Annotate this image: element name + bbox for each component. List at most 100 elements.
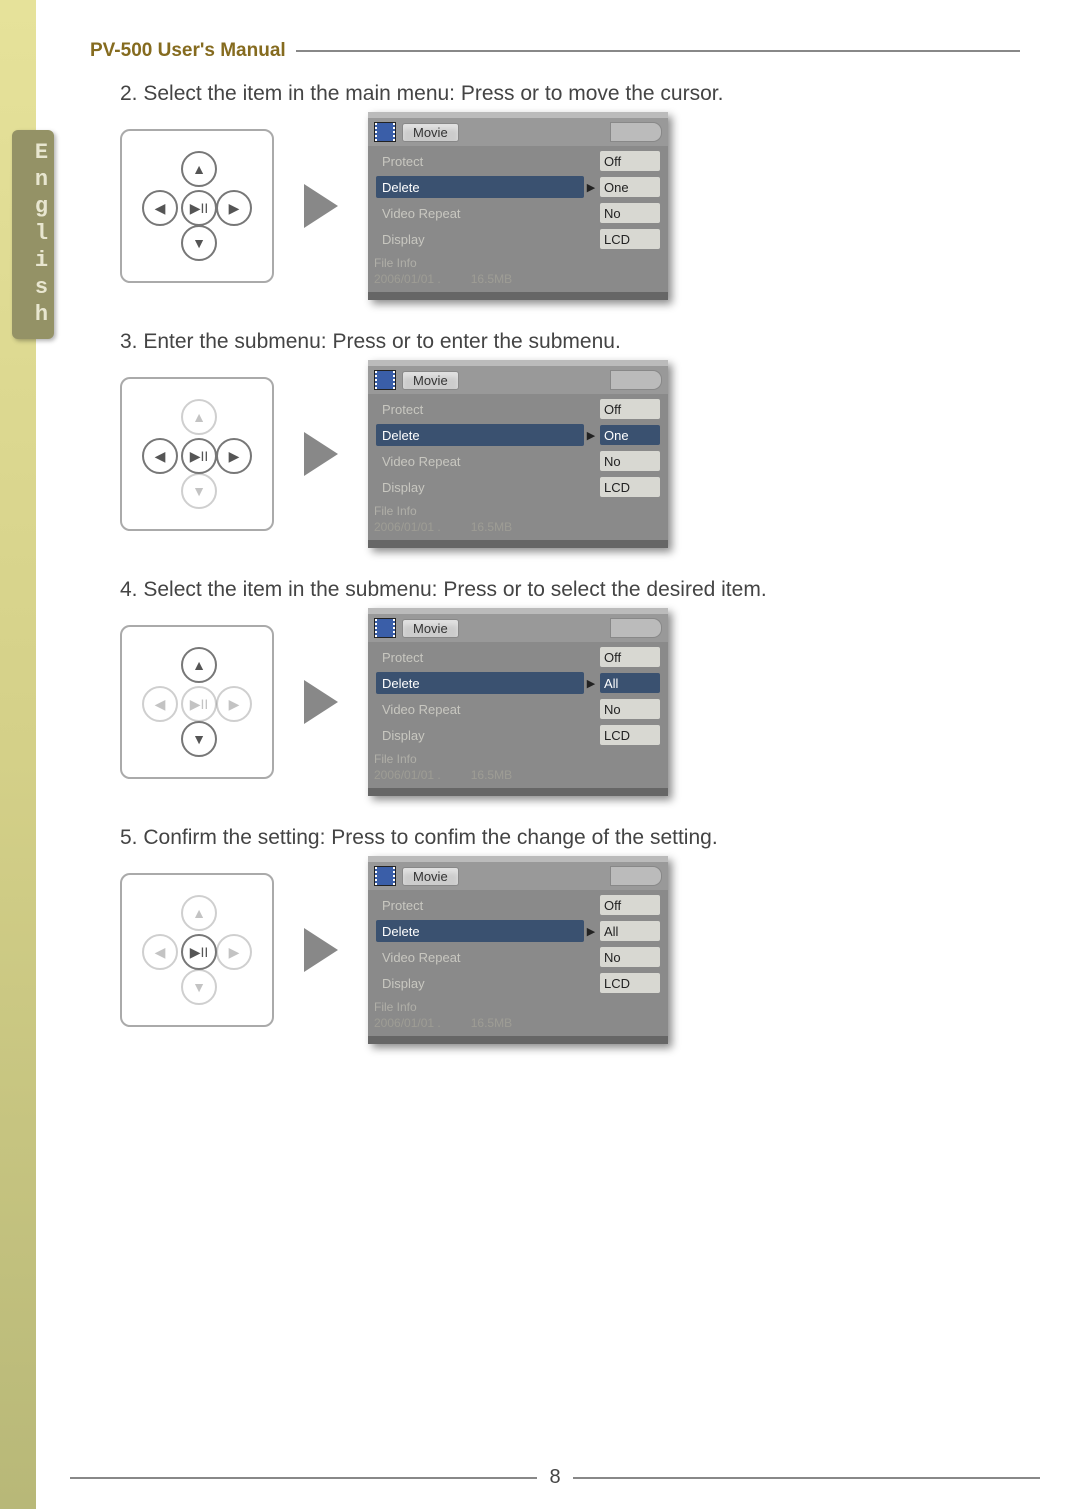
menu-protect: Protect [376,402,584,417]
dpad-diagram: ▲ ▼ ◀ ▶ ▶II [120,129,274,283]
menu-screen: Movie Protect Off Delete▶All Video Repeat… [368,608,668,796]
header-rule [296,50,1020,52]
menu-delete: Delete [376,920,584,942]
val-delete: All [600,921,660,941]
file-date: 2006/01/01 . [374,768,441,782]
dpad-left-icon: ◀ [142,190,178,226]
step-5-text: 5. Confirm the setting: Press to confim … [120,826,1020,850]
footer-rule [573,1477,1040,1479]
dpad-center-icon: ▶II [181,934,217,970]
file-size: 16.5MB [471,1016,512,1030]
dpad-left-icon: ◀ [142,686,178,722]
submenu-arrow-icon: ▶ [584,925,598,938]
submenu-arrow-icon: ▶ [584,677,598,690]
submenu-arrow-icon: ▶ [584,429,598,442]
dpad-left-icon: ◀ [142,438,178,474]
val-repeat: No [600,947,660,967]
val-protect: Off [600,647,660,667]
movie-icon [374,618,396,638]
menu-delete: Delete [376,672,584,694]
dpad-center-icon: ▶II [181,438,217,474]
dpad-left-icon: ◀ [142,934,178,970]
menu-delete: Delete [376,424,584,446]
play-arrow-icon [304,928,338,972]
screen-title: Movie [402,619,459,638]
dpad-down-icon: ▼ [181,721,217,757]
dpad-right-icon: ▶ [216,190,252,226]
menu-display: Display [376,728,584,743]
dpad-right-icon: ▶ [216,934,252,970]
dpad-up-icon: ▲ [181,647,217,683]
menu-repeat: Video Repeat [376,206,584,221]
file-size: 16.5MB [471,768,512,782]
val-repeat: No [600,203,660,223]
title-decor [610,122,662,142]
dpad-down-icon: ▼ [181,473,217,509]
footer-rule [70,1477,537,1479]
file-date: 2006/01/01 . [374,520,441,534]
movie-icon [374,370,396,390]
title-decor [610,866,662,886]
menu-display: Display [376,480,584,495]
language-tab: English [12,130,54,339]
menu-protect: Protect [376,898,584,913]
menu-repeat: Video Repeat [376,454,584,469]
dpad-down-icon: ▼ [181,225,217,261]
val-delete: One [600,177,660,197]
page-footer: 8 [70,1466,1040,1489]
file-size: 16.5MB [471,520,512,534]
dpad-right-icon: ▶ [216,686,252,722]
menu-screen: Movie Protect Off Delete▶All Video Repeat… [368,856,668,1044]
menu-display: Display [376,232,584,247]
file-date: 2006/01/01 . [374,272,441,286]
dpad-up-icon: ▲ [181,895,217,931]
file-info-label: File Info [368,750,668,768]
play-arrow-icon [304,680,338,724]
page-number: 8 [549,1466,560,1489]
val-display: LCD [600,477,660,497]
step-3-text: 3. Enter the submenu: Press or to enter … [120,330,1020,354]
file-date: 2006/01/01 . [374,1016,441,1030]
menu-delete: Delete [376,176,584,198]
menu-screen: Movie Protect Off Delete▶One Video Repeat… [368,112,668,300]
file-info-label: File Info [368,254,668,272]
menu-protect: Protect [376,650,584,665]
screen-title: Movie [402,123,459,142]
val-delete: One [600,425,660,445]
submenu-arrow-icon: ▶ [584,181,598,194]
title-decor [610,370,662,390]
page-content: PV-500 User's Manual 2. Select the item … [70,20,1040,1489]
val-repeat: No [600,451,660,471]
dpad-diagram: ▲ ▼ ◀ ▶ ▶II [120,377,274,531]
menu-repeat: Video Repeat [376,702,584,717]
menu-display: Display [376,976,584,991]
manual-title: PV-500 User's Manual [90,40,286,62]
screen-title: Movie [402,867,459,886]
dpad-diagram: ▲ ▼ ◀ ▶ ▶II [120,625,274,779]
menu-screen: Movie Protect Off Delete▶One Video Repeat… [368,360,668,548]
play-arrow-icon [304,432,338,476]
movie-icon [374,866,396,886]
val-protect: Off [600,895,660,915]
menu-protect: Protect [376,154,584,169]
title-decor [610,618,662,638]
val-protect: Off [600,399,660,419]
dpad-down-icon: ▼ [181,969,217,1005]
file-info-label: File Info [368,998,668,1016]
val-display: LCD [600,973,660,993]
val-display: LCD [600,725,660,745]
dpad-up-icon: ▲ [181,399,217,435]
screen-title: Movie [402,371,459,390]
dpad-up-icon: ▲ [181,151,217,187]
val-repeat: No [600,699,660,719]
dpad-diagram: ▲ ▼ ◀ ▶ ▶II [120,873,274,1027]
val-delete: All [600,673,660,693]
val-display: LCD [600,229,660,249]
dpad-center-icon: ▶II [181,190,217,226]
step-4-text: 4. Select the item in the submenu: Press… [120,578,1020,602]
menu-repeat: Video Repeat [376,950,584,965]
play-arrow-icon [304,184,338,228]
dpad-right-icon: ▶ [216,438,252,474]
val-protect: Off [600,151,660,171]
movie-icon [374,122,396,142]
